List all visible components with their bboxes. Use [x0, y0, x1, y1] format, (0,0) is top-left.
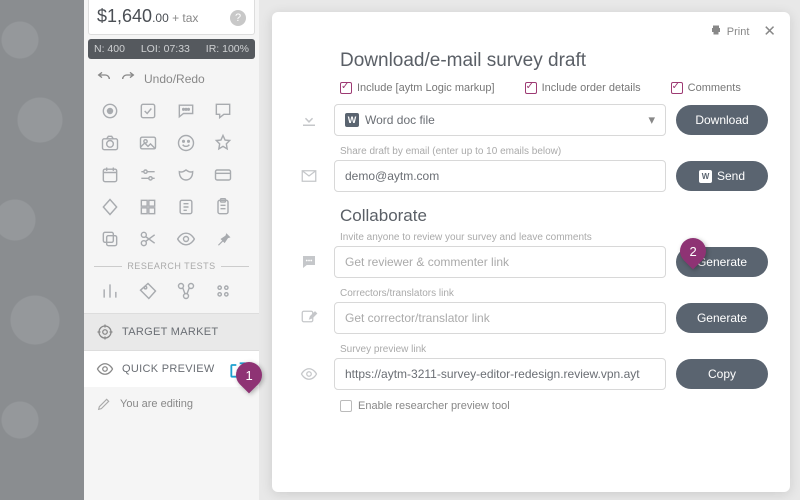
clipboard-icon[interactable]	[211, 195, 235, 219]
help-icon[interactable]: ?	[230, 10, 246, 26]
close-icon[interactable]: ✕	[763, 22, 776, 40]
tag-icon[interactable]	[136, 279, 160, 303]
corrector-hint: Correctors/translators link	[340, 288, 768, 299]
stat-n: N: 400	[94, 43, 125, 55]
image-icon[interactable]	[136, 131, 160, 155]
download-button[interactable]: Download	[676, 105, 768, 135]
word-icon: W	[345, 113, 359, 127]
chart-icon[interactable]	[98, 279, 122, 303]
check-logic[interactable]: Include [aytm Logic markup]	[340, 82, 495, 94]
cluster-icon[interactable]	[211, 279, 235, 303]
email-field[interactable]: demo@aytm.com	[334, 160, 666, 192]
undo-redo[interactable]: Undo/Redo	[84, 59, 259, 93]
stat-ir: IR: 100%	[206, 43, 249, 55]
research-tests-grid	[84, 275, 259, 313]
editing-status: You are editing	[84, 387, 259, 421]
download-icon	[294, 111, 324, 129]
price-decimals: .00	[152, 11, 169, 25]
copy-icon[interactable]	[98, 227, 122, 251]
sidebar: $1,640.00 + tax ? N: 400 LOI: 07:33 IR: …	[84, 0, 259, 500]
diamond-icon[interactable]	[98, 195, 122, 219]
pin-icon[interactable]	[211, 227, 235, 251]
slider-icon[interactable]	[136, 163, 160, 187]
comment-row-icon	[294, 253, 324, 271]
share-hint: Share draft by email (enter up to 10 ema…	[340, 146, 768, 157]
undo-icon	[96, 71, 112, 87]
text-icon[interactable]	[174, 195, 198, 219]
checkbox-icon[interactable]	[136, 99, 160, 123]
target-icon	[96, 323, 114, 341]
format-value: Word doc file	[365, 113, 435, 127]
eye-row-icon	[294, 365, 324, 383]
stat-loi: LOI: 07:33	[141, 43, 190, 55]
price-amount: $1,640	[97, 6, 152, 26]
reviewer-field[interactable]: Get reviewer & commenter link	[334, 246, 666, 278]
tool-grid	[84, 93, 259, 257]
redo-icon	[120, 71, 136, 87]
scissors-icon[interactable]	[136, 227, 160, 251]
chat-icon[interactable]	[174, 99, 198, 123]
eye-icon[interactable]	[174, 227, 198, 251]
decorative-bg	[0, 0, 84, 500]
target-label: TARGET MARKET	[122, 326, 218, 338]
print-button[interactable]: Print	[710, 24, 750, 38]
quick-preview-button[interactable]: QUICK PREVIEW	[84, 350, 259, 387]
send-button[interactable]: WSend	[676, 161, 768, 191]
research-tests-label: RESEARCH TESTS	[84, 257, 259, 275]
camera-icon[interactable]	[98, 131, 122, 155]
preview-url-field[interactable]: https://aytm-3211-survey-editor-redesign…	[334, 358, 666, 390]
check-comments[interactable]: Comments	[671, 82, 741, 94]
word-small-icon: W	[699, 170, 712, 183]
preview-label: QUICK PREVIEW	[122, 363, 215, 375]
invite-hint: Invite anyone to review your survey and …	[340, 232, 768, 243]
card-icon[interactable]	[211, 163, 235, 187]
mask-icon[interactable]	[174, 163, 198, 187]
price-box: $1,640.00 + tax ?	[88, 0, 255, 35]
format-select[interactable]: W Word doc file	[334, 104, 666, 136]
comment-icon[interactable]	[211, 99, 235, 123]
calendar-icon[interactable]	[98, 163, 122, 187]
collab-title: Collaborate	[340, 206, 768, 226]
flow-icon[interactable]	[174, 279, 198, 303]
check-order[interactable]: Include order details	[525, 82, 641, 94]
share-panel: Print ✕ Download/e-mail survey draft Inc…	[272, 12, 790, 492]
print-icon	[710, 24, 722, 36]
copy-button[interactable]: Copy	[676, 359, 768, 389]
pencil-icon	[96, 396, 112, 412]
price-tax: + tax	[169, 11, 199, 25]
generate-corrector-button[interactable]: Generate	[676, 303, 768, 333]
mail-icon	[294, 167, 324, 185]
preview-eye-icon	[96, 360, 114, 378]
corrector-field[interactable]: Get corrector/translator link	[334, 302, 666, 334]
star-icon[interactable]	[211, 131, 235, 155]
print-label: Print	[727, 26, 750, 38]
editing-label: You are editing	[120, 398, 193, 410]
enable-tool-check[interactable]: Enable researcher preview tool	[340, 400, 768, 412]
undo-label: Undo/Redo	[144, 72, 205, 86]
radio-icon[interactable]	[98, 99, 122, 123]
panel-title: Download/e-mail survey draft	[340, 50, 768, 72]
include-options: Include [aytm Logic markup] Include orde…	[340, 82, 768, 94]
preview-hint: Survey preview link	[340, 344, 768, 355]
smiley-icon[interactable]	[174, 131, 198, 155]
edit-row-icon	[294, 309, 324, 327]
stats-bar: N: 400 LOI: 07:33 IR: 100%	[88, 39, 255, 59]
target-market-button[interactable]: TARGET MARKET	[84, 313, 259, 350]
grid-icon[interactable]	[136, 195, 160, 219]
